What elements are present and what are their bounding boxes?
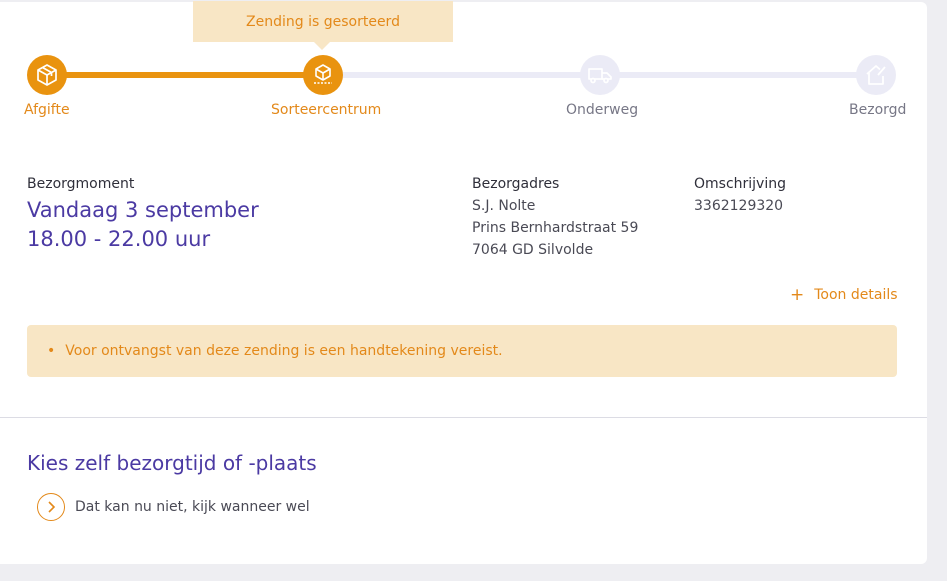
choose-delivery-title: Kies zelf bezorgtijd of -plaats (27, 451, 317, 475)
choose-delivery-link[interactable]: Dat kan nu niet, kijk wanneer wel (37, 493, 310, 521)
shipment-card (0, 2, 927, 564)
step-sorteercentrum-label: Sorteercentrum (271, 102, 382, 118)
chevron-right-icon (37, 493, 65, 521)
status-tooltip: Zending is gesorteerd (193, 1, 453, 50)
address-name: S.J. Nolte (472, 198, 536, 214)
choose-delivery-link-label: Dat kan nu niet, kijk wanneer wel (75, 499, 310, 515)
step-afgifte-label: Afgifte (24, 102, 70, 118)
progress-fill (47, 72, 323, 78)
address-street: Prins Bernhardstraat 59 (472, 220, 639, 236)
step-bezorgd-dot (856, 55, 896, 95)
step-sorteercentrum-dot (303, 55, 343, 95)
step-afgifte-dot (27, 55, 67, 95)
box-icon (37, 64, 57, 86)
notice-text: Voor ontvangst van deze zending is een h… (65, 343, 503, 359)
plus-icon: + (790, 285, 805, 305)
show-details-label: Toon details (814, 287, 898, 303)
delivery-address-label: Bezorgadres (472, 176, 560, 192)
delivery-moment-label: Bezorgmoment (27, 176, 135, 192)
step-bezorgd-label: Bezorgd (849, 102, 907, 118)
signature-notice: • Voor ontvangst van deze zending is een… (27, 325, 897, 377)
show-details-button[interactable]: + Toon details (790, 285, 898, 305)
description-value: 3362129320 (694, 198, 784, 214)
section-divider (0, 417, 927, 418)
notice-bullet: • (47, 343, 56, 359)
delivery-time: 18.00 - 22.00 uur (27, 227, 211, 251)
step-onderweg-label: Onderweg (566, 102, 639, 118)
truck-icon (588, 68, 612, 84)
delivery-date: Vandaag 3 september (27, 198, 259, 222)
sorting-icon (314, 64, 332, 84)
step-onderweg-dot (580, 55, 620, 95)
description-label: Omschrijving (694, 176, 786, 192)
address-postcode-city: 7064 GD Silvolde (472, 242, 594, 258)
status-tooltip-text: Zending is gesorteerd (246, 13, 400, 30)
house-icon (866, 65, 886, 85)
